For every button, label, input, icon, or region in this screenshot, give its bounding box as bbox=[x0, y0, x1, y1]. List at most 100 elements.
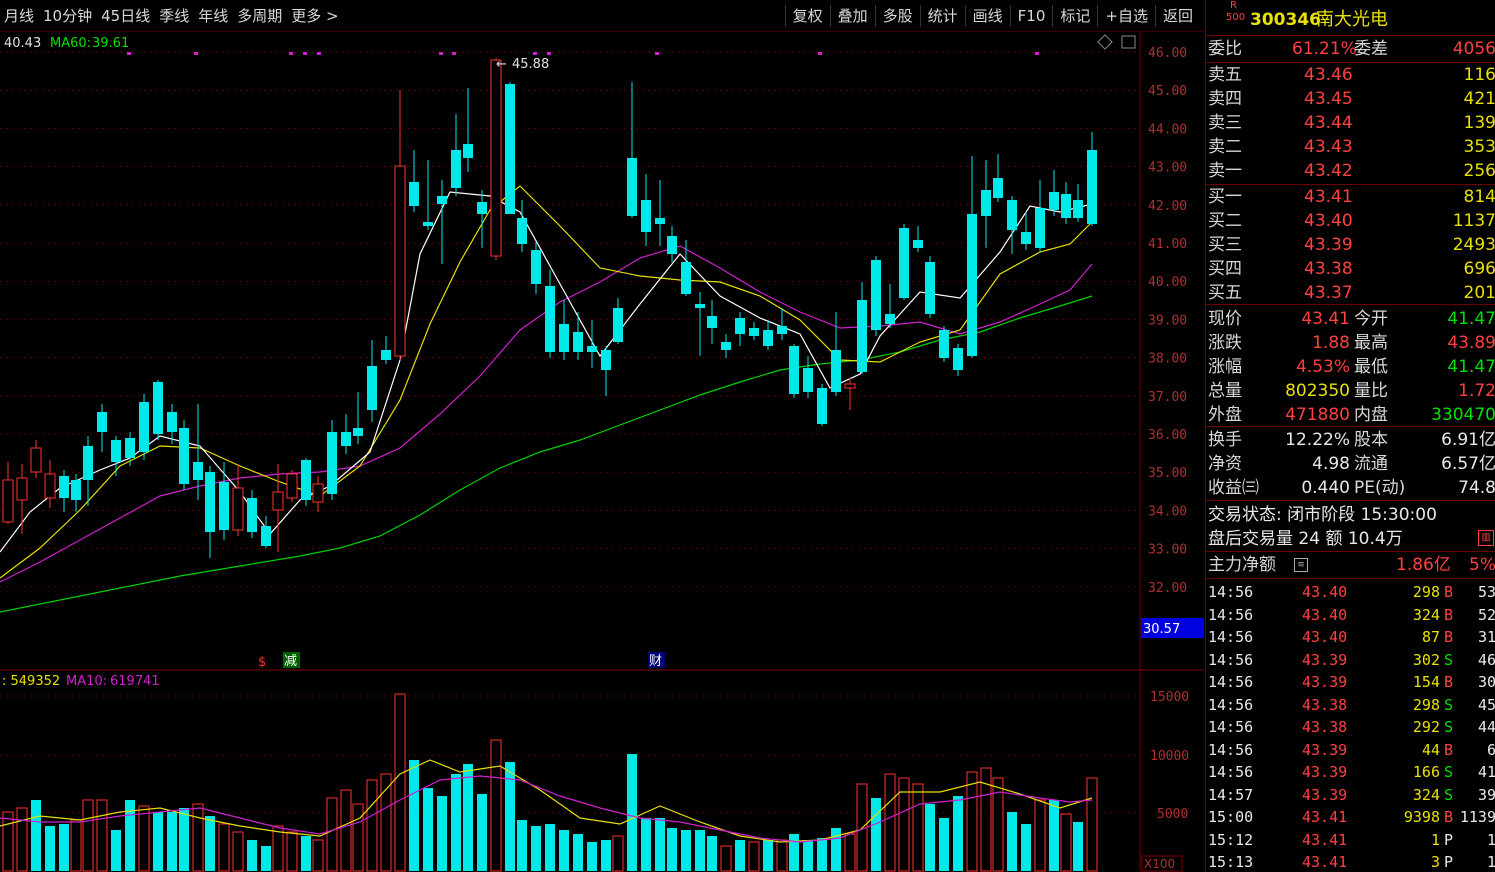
tab-monthly[interactable]: 月线 bbox=[4, 5, 34, 26]
chart-icon[interactable]: ▥ bbox=[1478, 530, 1494, 546]
price-axis-label: 39.00 bbox=[1148, 313, 1187, 328]
candle-body-down bbox=[341, 432, 351, 446]
tick-volume: 87 bbox=[1421, 628, 1440, 646]
list-icon[interactable]: ≡ bbox=[1294, 558, 1308, 572]
reduction-marker[interactable]: 减 bbox=[284, 654, 297, 669]
volume-bar-down bbox=[627, 754, 637, 871]
separator bbox=[1206, 426, 1495, 427]
candle-body-down bbox=[789, 346, 799, 394]
ma-legend-value: 40.43 bbox=[4, 36, 41, 51]
candle-body-down bbox=[83, 446, 93, 480]
multi-stock-button[interactable]: 多股 bbox=[874, 4, 920, 27]
candle-body-down bbox=[735, 318, 745, 334]
ask-row[interactable]: 卖二 43.43 353 bbox=[1208, 135, 1495, 159]
volume-bar-down bbox=[423, 788, 433, 871]
ask-row[interactable]: 卖五 43.46 116 bbox=[1208, 63, 1495, 87]
tick-side: S bbox=[1444, 763, 1454, 781]
overlay-button[interactable]: 叠加 bbox=[829, 4, 875, 27]
candle-body-down bbox=[707, 316, 717, 328]
dividend-marker[interactable]: $ bbox=[258, 655, 266, 670]
candle-body-down bbox=[139, 402, 149, 452]
volume-bar-down bbox=[817, 838, 827, 871]
candle-body-down bbox=[763, 330, 773, 346]
tick-row: 14:56 43.38 292 S 44 bbox=[1208, 716, 1495, 738]
stat-value: 43.89 bbox=[1447, 333, 1495, 353]
bid-row[interactable]: 买三 43.39 2493 bbox=[1208, 233, 1495, 257]
price-axis-label: 34.00 bbox=[1148, 504, 1187, 519]
volume-bar-up bbox=[966, 771, 978, 872]
candle-body-down bbox=[261, 526, 271, 546]
bid-row[interactable]: 买四 43.38 696 bbox=[1208, 257, 1495, 281]
volume-bar-down bbox=[301, 836, 311, 871]
stock-header: R 500 300346 南大光电 bbox=[1208, 0, 1495, 32]
restore-rights-button[interactable]: 复权 bbox=[784, 4, 830, 27]
volume-bar-down bbox=[587, 842, 597, 871]
diamond-icon[interactable] bbox=[1097, 34, 1113, 50]
tick-price: 43.41 bbox=[1302, 808, 1348, 826]
level-price: 43.37 bbox=[1304, 283, 1353, 303]
volume-bar-down bbox=[695, 830, 705, 871]
ma60-legend-label: MA60: bbox=[50, 36, 91, 51]
tick-side: B bbox=[1444, 808, 1454, 826]
ask-row[interactable]: 卖四 43.45 421 bbox=[1208, 87, 1495, 111]
level-label: 卖四 bbox=[1208, 89, 1242, 109]
kline-chart[interactable]: 40.43 MA60: 39.61 46.00 45.00 44.00 43.00 42… bbox=[0, 32, 1204, 872]
level-label: 卖五 bbox=[1208, 65, 1242, 85]
mark-button[interactable]: 标记 bbox=[1052, 4, 1097, 27]
tick-side: B bbox=[1444, 673, 1454, 691]
volume-bar-up bbox=[138, 805, 150, 872]
tab-10min[interactable]: 10分钟 bbox=[43, 5, 92, 26]
tab-multi-period[interactable]: 多周期 bbox=[237, 5, 282, 26]
statistics-button[interactable]: 统计 bbox=[919, 4, 965, 27]
tab-45day[interactable]: 45日线 bbox=[101, 5, 150, 26]
volume-bar-down bbox=[409, 760, 419, 871]
add-watchlist-button[interactable]: +自选 bbox=[1097, 4, 1155, 27]
bid-row[interactable]: 买一 43.41 814 bbox=[1208, 185, 1495, 209]
ask-row[interactable]: 卖一 43.42 256 bbox=[1208, 159, 1495, 183]
bid-row[interactable]: 买五 43.37 201 bbox=[1208, 281, 1495, 305]
volume-bar-down bbox=[1049, 800, 1059, 871]
company-stat-row: 收益㈢ 0.440 PE(动) 74.8 bbox=[1208, 476, 1495, 500]
tick-volume: 298 bbox=[1412, 583, 1440, 601]
tick-volume: 154 bbox=[1412, 673, 1440, 691]
level-label: 买五 bbox=[1208, 283, 1242, 303]
tab-quarterly[interactable]: 季线 bbox=[159, 5, 189, 26]
chart-corner-icons[interactable] bbox=[1097, 34, 1136, 50]
tab-more[interactable]: 更多 > bbox=[291, 5, 338, 26]
candle-body-down bbox=[885, 314, 895, 324]
back-button[interactable]: 返回 bbox=[1154, 4, 1200, 27]
bid-row[interactable]: 买二 43.40 1137 bbox=[1208, 209, 1495, 233]
tick-time: 14:56 bbox=[1208, 583, 1254, 601]
tick-row: 14:56 43.39 166 S 41 bbox=[1208, 761, 1495, 783]
tab-yearly[interactable]: 年线 bbox=[198, 5, 228, 26]
price-axis-label: 35.00 bbox=[1148, 466, 1187, 481]
stat-label: 收益㈢ bbox=[1208, 478, 1259, 498]
ask-row[interactable]: 卖三 43.44 139 bbox=[1208, 111, 1495, 135]
candle-body-down bbox=[153, 382, 163, 434]
level-volume: 421 bbox=[1463, 89, 1495, 109]
panel-toggle-icon[interactable] bbox=[1121, 35, 1136, 49]
tick-row: 14:57 43.39 324 S 39 bbox=[1208, 784, 1495, 806]
candle-body-down bbox=[721, 342, 731, 350]
volume-bar-down bbox=[477, 794, 487, 871]
stat-row: 现价 43.41 今开 41.47 bbox=[1208, 307, 1495, 331]
candle-body-up bbox=[312, 483, 324, 503]
tick-price: 43.39 bbox=[1302, 650, 1348, 669]
candle-body-down bbox=[301, 460, 311, 500]
draw-line-button[interactable]: 画线 bbox=[964, 4, 1010, 27]
tick-time: 14:56 bbox=[1208, 763, 1254, 781]
volume-bar-down bbox=[451, 774, 461, 871]
level-volume: 201 bbox=[1463, 283, 1495, 303]
tick-row: 14:56 43.39 44 B 6 bbox=[1208, 739, 1495, 761]
price-axis-label: 41.00 bbox=[1148, 237, 1187, 252]
candle-body-up bbox=[286, 473, 298, 499]
tick-count: 53 bbox=[1477, 583, 1495, 601]
candle-body-down bbox=[641, 200, 651, 232]
finance-marker[interactable]: 财 bbox=[649, 654, 662, 669]
candle-body-down bbox=[59, 476, 69, 498]
order-diff-value: 4056 bbox=[1452, 39, 1495, 59]
vol-ma10-value: 619741 bbox=[110, 674, 160, 689]
level-label: 买一 bbox=[1208, 187, 1242, 207]
volume-bar-down bbox=[1073, 822, 1083, 871]
f10-button[interactable]: F10 bbox=[1009, 4, 1053, 27]
